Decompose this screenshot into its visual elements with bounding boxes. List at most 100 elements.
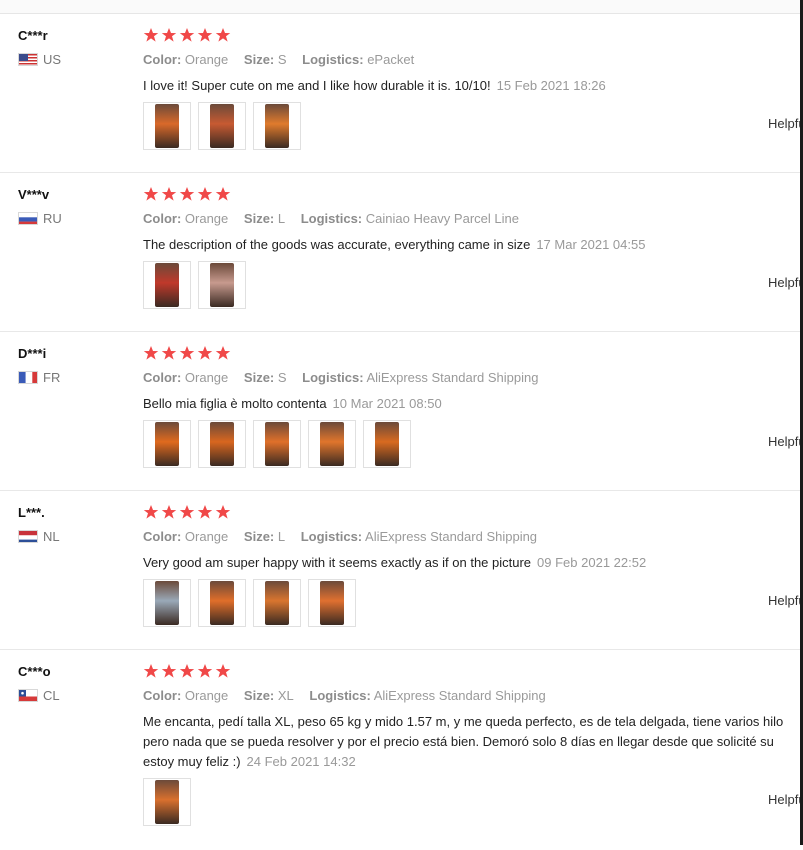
logistics-value: AliExpress Standard Shipping <box>366 370 539 385</box>
review-text-content: Bello mia figlia è molto contenta <box>143 396 327 411</box>
helpful-button[interactable]: Helpful <box>768 593 800 608</box>
order-attributes: Color: Orange Size: L Logistics: Cainiao… <box>143 211 531 226</box>
review-photo-thumbnail[interactable] <box>363 420 411 468</box>
photo-image <box>210 104 234 148</box>
reviewer-name: L***. <box>18 505 45 520</box>
country-flag-icon <box>18 212 38 225</box>
star-icon <box>143 186 159 202</box>
review-item: C***o CL Color: Orange Size: XL Logistics:… <box>0 650 800 850</box>
review-photo-thumbnail[interactable] <box>198 261 246 309</box>
logistics-value: Cainiao Heavy Parcel Line <box>365 211 519 226</box>
star-rating <box>143 504 233 520</box>
review-photo-thumbnail[interactable] <box>143 102 191 150</box>
country-code: RU <box>43 211 62 226</box>
logistics-value: ePacket <box>367 52 415 67</box>
review-text-line: estoy muy feliz :) 24 Feb 2021 14:32 <box>143 752 803 772</box>
review-text: Me encanta, pedí talla XL, peso 65 kg y … <box>143 712 803 772</box>
helpful-button[interactable]: Helpful <box>768 434 800 449</box>
order-attributes: Color: Orange Size: XL Logistics: AliExp… <box>143 688 558 703</box>
reviewer-name: C***o <box>18 664 51 679</box>
review-photo-thumbnail[interactable] <box>198 420 246 468</box>
star-icon <box>179 663 195 679</box>
review-date: 17 Mar 2021 04:55 <box>536 237 646 252</box>
star-icon <box>215 186 231 202</box>
logistics-label: Logistics: <box>300 211 363 226</box>
review-text: Very good am super happy with it seems e… <box>143 553 803 573</box>
star-rating <box>143 27 233 43</box>
review-text: I love it! Super cute on me and I like h… <box>143 76 803 96</box>
star-icon <box>197 663 213 679</box>
review-date: 24 Feb 2021 14:32 <box>246 754 356 769</box>
review-photo-thumbnail[interactable] <box>308 579 356 627</box>
review-item: L***. NL Color: Orange Size: L Logistics: … <box>0 491 800 650</box>
review-photo-thumbnail[interactable] <box>143 420 191 468</box>
country-code: FR <box>43 370 61 385</box>
size-value: XL <box>277 688 294 703</box>
review-photos <box>143 102 308 150</box>
color-value: Orange <box>184 688 229 703</box>
color-label: Color: <box>143 529 182 544</box>
star-icon <box>215 345 231 361</box>
top-toolbar-strip <box>0 0 803 14</box>
review-photo-thumbnail[interactable] <box>253 579 301 627</box>
photo-image <box>375 422 399 466</box>
country-flag-icon <box>18 530 38 543</box>
review-photos <box>143 778 198 826</box>
size-label: Size: <box>243 529 275 544</box>
star-icon <box>215 663 231 679</box>
star-icon <box>197 27 213 43</box>
review-text-line: I love it! Super cute on me and I like h… <box>143 76 803 96</box>
review-text-content: estoy muy feliz :) <box>143 754 241 769</box>
star-icon <box>143 345 159 361</box>
review-photo-thumbnail[interactable] <box>143 579 191 627</box>
photo-image <box>210 581 234 625</box>
review-photos <box>143 579 363 627</box>
order-attributes: Color: Orange Size: S Logistics: AliExpr… <box>143 370 550 385</box>
star-icon <box>215 27 231 43</box>
star-icon <box>179 504 195 520</box>
review-photo-thumbnail[interactable] <box>198 102 246 150</box>
reviewer-country: CL <box>18 688 60 703</box>
photo-image <box>320 581 344 625</box>
color-label: Color: <box>143 370 182 385</box>
review-item: C***r US Color: Orange Size: S Logistics: … <box>0 14 800 173</box>
photo-image <box>320 422 344 466</box>
review-photo-thumbnail[interactable] <box>308 420 356 468</box>
helpful-button[interactable]: Helpful <box>768 116 800 131</box>
size-label: Size: <box>243 688 275 703</box>
review-photo-thumbnail[interactable] <box>253 102 301 150</box>
review-photo-thumbnail[interactable] <box>253 420 301 468</box>
color-value: Orange <box>184 370 229 385</box>
review-photo-thumbnail[interactable] <box>143 261 191 309</box>
review-photo-thumbnail[interactable] <box>143 778 191 826</box>
review-text-line: Very good am super happy with it seems e… <box>143 553 803 573</box>
photo-image <box>210 422 234 466</box>
country-flag-icon <box>18 371 38 384</box>
size-label: Size: <box>243 52 275 67</box>
star-icon <box>161 27 177 43</box>
logistics-label: Logistics: <box>302 370 364 385</box>
logistics-value: AliExpress Standard Shipping <box>373 688 546 703</box>
reviewer-name: D***i <box>18 346 47 361</box>
review-date: 15 Feb 2021 18:26 <box>496 78 606 93</box>
reviewer-country: FR <box>18 370 60 385</box>
star-icon <box>143 663 159 679</box>
helpful-button[interactable]: Helpful <box>768 275 800 290</box>
photo-image <box>155 263 179 307</box>
helpful-button[interactable]: Helpful <box>768 792 800 807</box>
review-photo-thumbnail[interactable] <box>198 579 246 627</box>
order-attributes: Color: Orange Size: S Logistics: ePacket <box>143 52 426 67</box>
review-text-line: Me encanta, pedí talla XL, peso 65 kg y … <box>143 712 803 732</box>
logistics-label: Logistics: <box>302 52 364 67</box>
star-icon <box>197 504 213 520</box>
color-label: Color: <box>143 52 182 67</box>
review-text-content: Very good am super happy with it seems e… <box>143 555 532 570</box>
star-icon <box>179 345 195 361</box>
reviewer-country: US <box>18 52 61 67</box>
star-icon <box>143 504 159 520</box>
logistics-label: Logistics: <box>300 529 363 544</box>
order-attributes: Color: Orange Size: L Logistics: AliExpr… <box>143 529 549 544</box>
review-text-line: Bello mia figlia è molto contenta 10 Mar … <box>143 394 803 414</box>
star-icon <box>179 186 195 202</box>
photo-image <box>210 263 234 307</box>
